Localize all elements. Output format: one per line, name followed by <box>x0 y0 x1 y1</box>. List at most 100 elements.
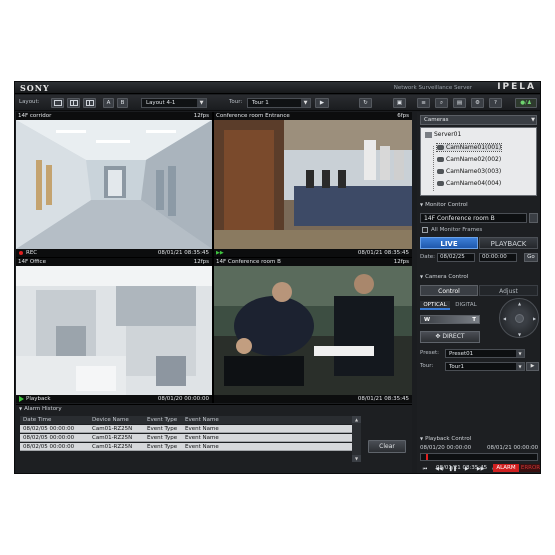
table-row[interactable]: 08/02/05 00:00:00 Cam01-RZ25N Event Type… <box>20 425 352 433</box>
zoom-slider[interactable]: W T <box>420 315 480 324</box>
playback-timeline[interactable] <box>420 453 538 461</box>
zoom-wide-label: W <box>424 317 431 323</box>
sequence-button[interactable]: ↻ <box>359 98 372 108</box>
tour-play-button[interactable]: ▶ <box>315 98 329 108</box>
table-row[interactable]: 08/02/05 00:00:00 Cam01-RZ25N Event Type… <box>20 434 352 442</box>
log-button[interactable]: ≡ <box>417 98 430 108</box>
layout-b-label: B <box>120 100 125 106</box>
timeline-cursor[interactable] <box>426 454 428 460</box>
skip-back-icon[interactable]: ⏮ <box>420 465 430 473</box>
camera-label: CamName04(004) <box>446 180 502 187</box>
layout-2x2-button[interactable] <box>67 98 80 108</box>
col-event-type[interactable]: Event Type <box>147 417 177 423</box>
monitor-layout-button[interactable] <box>529 213 538 223</box>
collapse-icon: ▼ <box>420 274 424 279</box>
tour-select[interactable]: Tour 1 ▼ <box>247 98 311 108</box>
date-field[interactable]: 08/02/25 <box>437 253 475 262</box>
right-panel: Cameras ▼ Server01 CamName01(001) CamNam… <box>417 112 540 473</box>
pan-up-icon[interactable]: ▲ <box>518 301 521 306</box>
layout-3x3-button[interactable] <box>83 98 96 108</box>
collapse-icon: ▼ <box>420 436 424 441</box>
ptz-home-button[interactable] <box>515 314 524 323</box>
layout-a-button[interactable]: A <box>103 98 114 108</box>
playback-control-title[interactable]: ▼ Playback Control <box>420 436 471 442</box>
collapse-icon: ▼ <box>19 406 23 411</box>
preset-select[interactable]: Preset01 ▼ <box>445 349 525 358</box>
layout-a-label: A <box>106 100 111 106</box>
tab-optical[interactable]: OPTICAL <box>420 301 450 310</box>
pan-down-icon[interactable]: ▼ <box>518 332 521 337</box>
frame-rate: 12fps <box>193 113 209 119</box>
camera-control-title[interactable]: ▼ Camera Control <box>420 274 468 280</box>
tree-camera-node[interactable]: CamName03(003) <box>437 168 501 175</box>
camera-tour-label: Tour: <box>420 363 434 369</box>
camera-name: Conference room Entrance <box>216 113 290 119</box>
layout-b-button[interactable]: B <box>117 98 128 108</box>
export-icon: ▤ <box>456 100 463 106</box>
export-button[interactable]: ▤ <box>453 98 466 108</box>
alarm-indicator[interactable]: ALARM <box>493 464 519 472</box>
tree-camera-node[interactable]: CamName04(004) <box>437 180 501 187</box>
camera-tour-select[interactable]: Tour1 ▼ <box>445 362 525 371</box>
all-monitor-frames-checkbox[interactable] <box>422 227 428 233</box>
scroll-down-icon[interactable]: ▼ <box>352 455 361 462</box>
monitor-tile-3[interactable]: 14F Office 12fps Playback 08/01/20 00:00… <box>16 258 212 403</box>
go-button[interactable]: Go <box>524 253 538 262</box>
monitor-button[interactable]: ▣ <box>393 98 406 108</box>
col-device-name[interactable]: Device Name <box>92 417 129 423</box>
time-field[interactable]: 00:00:00 <box>479 253 517 262</box>
tab-adjust[interactable]: Adjust <box>479 285 538 296</box>
scroll-up-icon[interactable]: ▲ <box>352 416 361 423</box>
recording-status: REC <box>26 250 38 256</box>
direct-button[interactable]: ✥ DIRECT <box>420 331 480 343</box>
user-button[interactable]: ●/♟ <box>515 98 537 108</box>
playback-control-title-text: Playback Control <box>425 436 472 442</box>
camera-tour-play-button[interactable]: ▶ <box>526 362 539 371</box>
log-icon: ≡ <box>421 100 426 106</box>
cell-date-time: 08/02/05 00:00:00 <box>23 426 75 432</box>
pan-right-icon[interactable]: ▶ <box>533 316 536 321</box>
ptz-pad[interactable]: ▲ ▼ ◀ ▶ <box>499 298 539 338</box>
settings-button[interactable]: ⚙ <box>471 98 484 108</box>
layout-1x1-button[interactable] <box>51 98 64 108</box>
tile-footer: Playback 08/01/20 00:00:00 <box>16 395 212 403</box>
clear-button[interactable]: Clear <box>368 440 406 453</box>
alarm-scrollbar[interactable]: ▲ ▼ <box>352 416 361 462</box>
monitor-tile-4[interactable]: 14F Conference room B 12fps 08/01/21 08:… <box>214 258 412 403</box>
grid-4-icon <box>70 100 78 106</box>
status-time: 08/01/21 08:35:45 <box>436 465 488 471</box>
monitor-control-title[interactable]: ▼ Monitor Control <box>420 202 468 208</box>
cell-device-name: Cam01-RZ25N <box>92 444 133 450</box>
camera-name: 14F corridor <box>18 113 52 119</box>
alarm-table: Date Time Device Name Event Type Event N… <box>20 416 352 462</box>
tree-camera-node[interactable]: CamName02(002) <box>437 156 501 163</box>
tree-server-node[interactable]: Server01 <box>425 131 461 138</box>
fast-forward-icon: ▶▶ <box>216 250 224 256</box>
help-button[interactable]: ? <box>489 98 502 108</box>
date-label: Date: <box>420 254 435 260</box>
layout-select[interactable]: Layout 4-1 ▼ <box>141 98 207 108</box>
cameras-select[interactable]: Cameras ▼ <box>420 115 537 125</box>
tab-control[interactable]: Control <box>420 285 478 296</box>
error-indicator[interactable]: ERROR <box>520 464 540 472</box>
table-row[interactable]: 08/02/05 00:00:00 Cam01-RZ25N Event Type… <box>20 443 352 451</box>
col-date-time[interactable]: Date Time <box>23 417 51 423</box>
tree-camera-node[interactable]: CamName01(001) <box>435 143 503 152</box>
monitor-icon: ▣ <box>396 100 403 106</box>
cell-event-name: Event Name <box>185 435 219 441</box>
tile-header: Conference room Entrance 6fps <box>214 112 412 120</box>
monitor-select[interactable]: 14F Conference room B <box>420 213 527 223</box>
playback-button[interactable]: PLAYBACK <box>479 237 538 249</box>
playback-end-time: 08/01/21 00:00:00 <box>487 445 539 451</box>
search-button[interactable]: ⌕ <box>435 98 448 108</box>
help-icon: ? <box>494 100 497 106</box>
tab-digital[interactable]: DIGITAL <box>451 301 481 310</box>
monitor-tile-2[interactable]: Conference room Entrance 6fps ▶▶ 08/01/2… <box>214 112 412 257</box>
frame-rate: 6fps <box>397 113 409 119</box>
pan-left-icon[interactable]: ◀ <box>503 316 506 321</box>
alarm-history-title[interactable]: ▼ Alarm History <box>19 406 62 412</box>
live-button[interactable]: LIVE <box>420 237 478 249</box>
monitor-tile-1[interactable]: 14F corridor 12fps REC 08/01/21 08:35:45 <box>16 112 212 257</box>
col-event-name[interactable]: Event Name <box>185 417 219 423</box>
play-icon: ▶ <box>319 100 325 106</box>
